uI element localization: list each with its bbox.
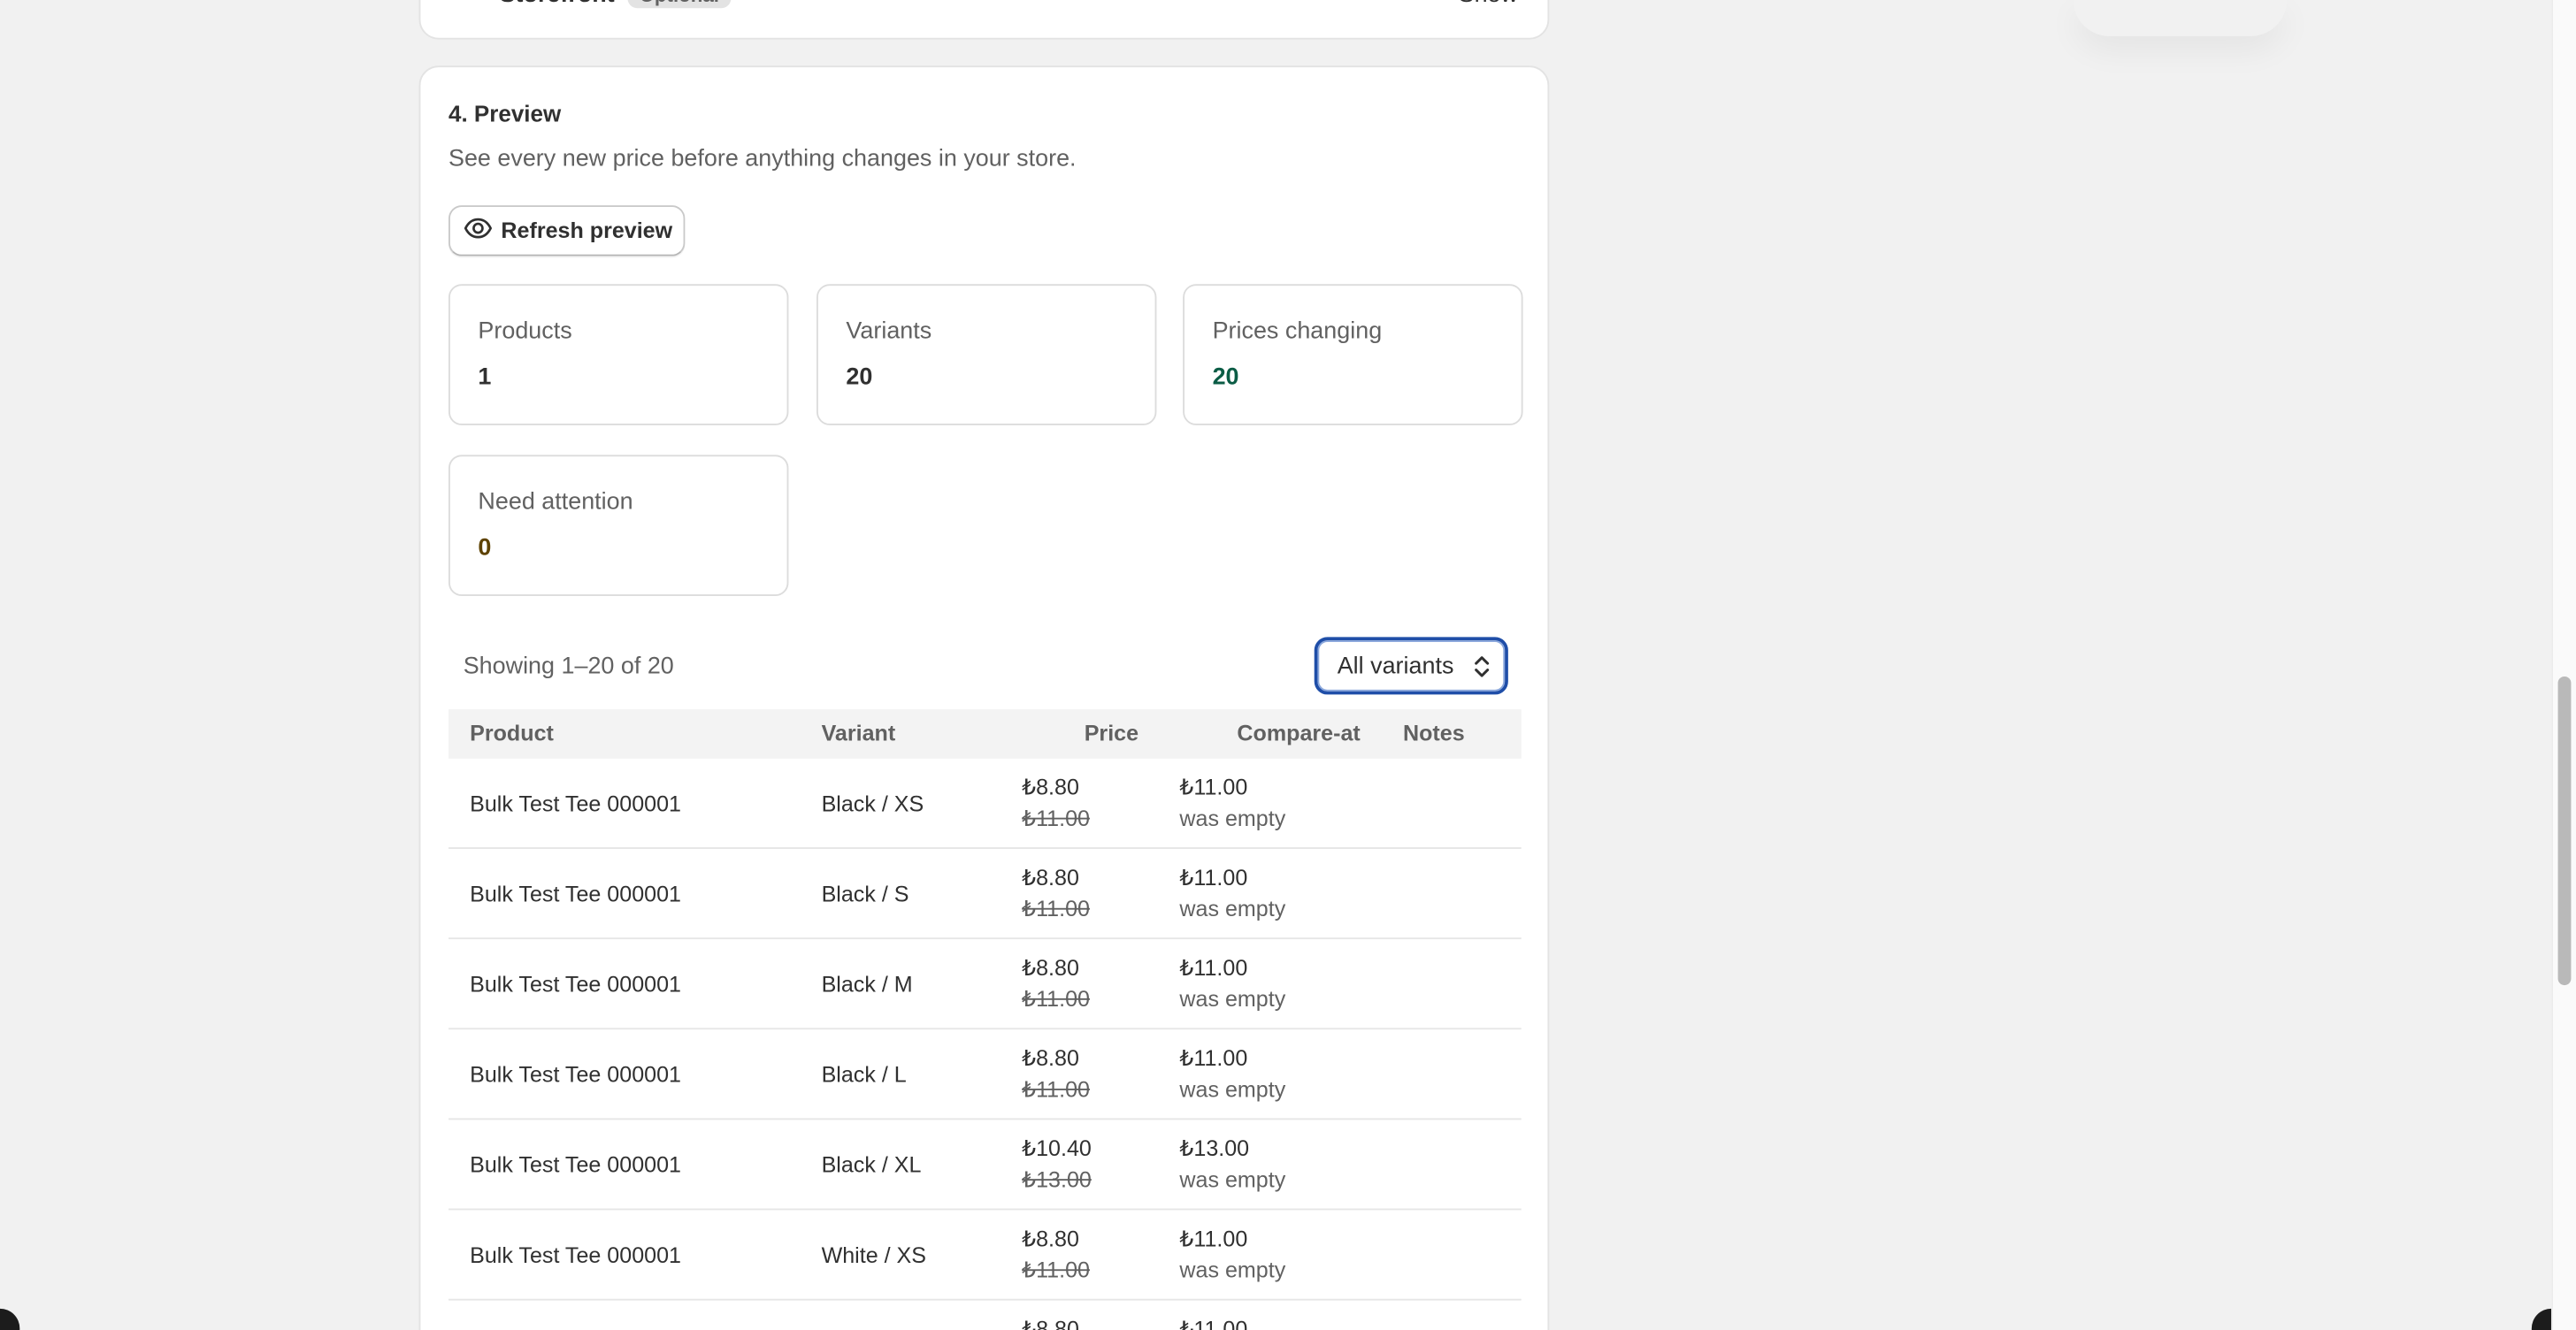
cell-variant: Black / S xyxy=(821,882,909,906)
cell-price-new: ₺8.80 xyxy=(1022,955,1079,981)
chevron-up-down-icon xyxy=(1472,654,1491,686)
cell-product: Bulk Test Tee 000001 xyxy=(470,791,681,816)
section-description: See every new price before anything chan… xyxy=(448,146,1077,172)
cell-price-new: ₺8.80 xyxy=(1022,865,1079,890)
cell-price-old: ₺11.00 xyxy=(1022,806,1090,831)
cell-product: Bulk Test Tee 000001 xyxy=(470,1242,681,1268)
preview-table: Product Variant Price Compare-at Notes B… xyxy=(448,709,1522,1330)
page-scrollbar[interactable] xyxy=(2551,0,2576,1330)
optional-badge: Optional xyxy=(627,0,731,9)
cell-price-new: ₺10.40 xyxy=(1022,1135,1092,1161)
storefront-label: Storefront xyxy=(500,0,615,8)
cell-compare-new: ₺11.00 xyxy=(1179,775,1248,800)
variant-filter-select[interactable]: All variants xyxy=(1314,637,1508,695)
cell-price-new: ₺8.80 xyxy=(1022,1227,1079,1251)
stat-label: Prices changing xyxy=(1212,318,1383,345)
refresh-preview-button[interactable]: Refresh preview xyxy=(448,205,686,256)
cell-compare-old: was empty xyxy=(1179,806,1286,831)
table-row: Bulk Test Tee 000001 Black / M ₺8.80 ₺11.00… xyxy=(448,939,1522,1030)
table-header: Product Variant Price Compare-at Notes xyxy=(448,709,1522,759)
table-row: Bulk Test Tee 000001 Black / S ₺8.80 ₺11.00… xyxy=(448,849,1522,940)
cell-compare-new: ₺11.00 xyxy=(1179,1317,1248,1330)
stat-products: Products 1 xyxy=(448,284,789,425)
cell-compare-old: was empty xyxy=(1179,1167,1286,1193)
cell-price-new: ₺8.80 xyxy=(1022,775,1079,800)
cell-compare-new: ₺11.00 xyxy=(1179,955,1248,981)
preview-card: 4. Preview See every new price before an… xyxy=(418,65,1550,1330)
cell-compare-new: ₺11.00 xyxy=(1179,865,1248,890)
variant-filter-value: All variants xyxy=(1337,653,1454,679)
cell-compare-old: was empty xyxy=(1179,1077,1286,1102)
cell-variant: Black / XL xyxy=(821,1152,922,1178)
scrollbar-thumb[interactable] xyxy=(2557,676,2572,986)
header-notes: Notes xyxy=(1402,721,1465,745)
cell-variant: Black / M xyxy=(821,972,913,998)
stage: Storefront Optional Show 4. Preview See e… xyxy=(0,0,2576,1330)
cell-price-new: ₺8.80 xyxy=(1022,1045,1079,1071)
cell-compare-old: was empty xyxy=(1179,896,1286,921)
cell-variant: Black / L xyxy=(821,1062,907,1088)
cell-compare-old: was empty xyxy=(1179,1257,1286,1283)
table-row: Bulk Test Tee 000001 Black / XS ₺8.80 ₺11.0… xyxy=(448,759,1522,849)
stat-need-attention: Need attention 0 xyxy=(448,455,789,597)
table-row: Bulk Test Tee 000001 White / XS ₺8.80 ₺11.0… xyxy=(448,1210,1522,1301)
stat-value: 0 xyxy=(478,535,492,562)
storefront-show-link[interactable]: Show xyxy=(1459,0,1518,8)
cell-price-old: ₺11.00 xyxy=(1022,896,1090,921)
table-body: Bulk Test Tee 000001 Black / XS ₺8.80 ₺11.0… xyxy=(448,759,1522,1330)
cell-compare-new: ₺11.00 xyxy=(1179,1045,1248,1071)
header-price: Price xyxy=(1084,721,1139,745)
storefront-item[interactable]: Storefront Optional xyxy=(500,0,731,9)
storefront-card: Storefront Optional Show xyxy=(418,0,1550,40)
cell-product: Bulk Test Tee 000001 xyxy=(470,1062,681,1088)
table-row: Bulk Test Tee 000001 Black / L ₺8.80 ₺11.00… xyxy=(448,1029,1522,1120)
side-shadow xyxy=(2074,0,2287,36)
cell-product: Bulk Test Tee 000001 xyxy=(470,1152,681,1178)
cell-price-old: ₺11.00 xyxy=(1022,1257,1090,1283)
table-row: Bulk Test Tee 000001 Black / XL ₺10.40 ₺13.… xyxy=(448,1120,1522,1211)
showing-count: Showing 1–20 of 20 xyxy=(463,654,674,680)
eye-icon xyxy=(464,213,493,248)
cell-variant: Black / XS xyxy=(821,791,924,816)
stat-prices-changing: Prices changing 20 xyxy=(1183,284,1523,425)
cell-product: Bulk Test Tee 000001 xyxy=(470,972,681,998)
stat-label: Need attention xyxy=(478,489,633,516)
stat-label: Variants xyxy=(846,318,932,345)
cell-price-old: ₺11.00 xyxy=(1022,986,1090,1012)
header-product: Product xyxy=(470,721,554,745)
cell-price-old: ₺11.00 xyxy=(1022,1077,1090,1102)
window-corner-left xyxy=(0,1308,20,1330)
stat-value: 20 xyxy=(846,364,873,391)
cell-price-old: ₺13.00 xyxy=(1022,1167,1092,1193)
cell-variant: White / XS xyxy=(821,1242,927,1268)
window-corner-right xyxy=(2531,1308,2552,1330)
cell-price-new: ₺8.80 xyxy=(1022,1317,1079,1330)
header-compare-at: Compare-at xyxy=(1237,721,1361,745)
stat-variants: Variants 20 xyxy=(816,284,1157,425)
refresh-preview-label: Refresh preview xyxy=(501,218,673,243)
table-row: Bulk Test Tee 000001White / S₺8.80₺11.00… xyxy=(448,1301,1522,1330)
section-title: 4. Preview xyxy=(448,100,562,126)
stat-value: 1 xyxy=(478,364,492,391)
cell-compare-new: ₺11.00 xyxy=(1179,1227,1248,1251)
page: Storefront Optional Show 4. Preview See e… xyxy=(0,0,2552,1330)
cell-product: Bulk Test Tee 000001 xyxy=(470,882,681,906)
header-variant: Variant xyxy=(821,721,896,745)
cell-compare-old: was empty xyxy=(1179,986,1286,1012)
stat-label: Products xyxy=(478,318,572,345)
cell-compare-new: ₺13.00 xyxy=(1179,1135,1250,1161)
stat-value: 20 xyxy=(1212,364,1239,391)
